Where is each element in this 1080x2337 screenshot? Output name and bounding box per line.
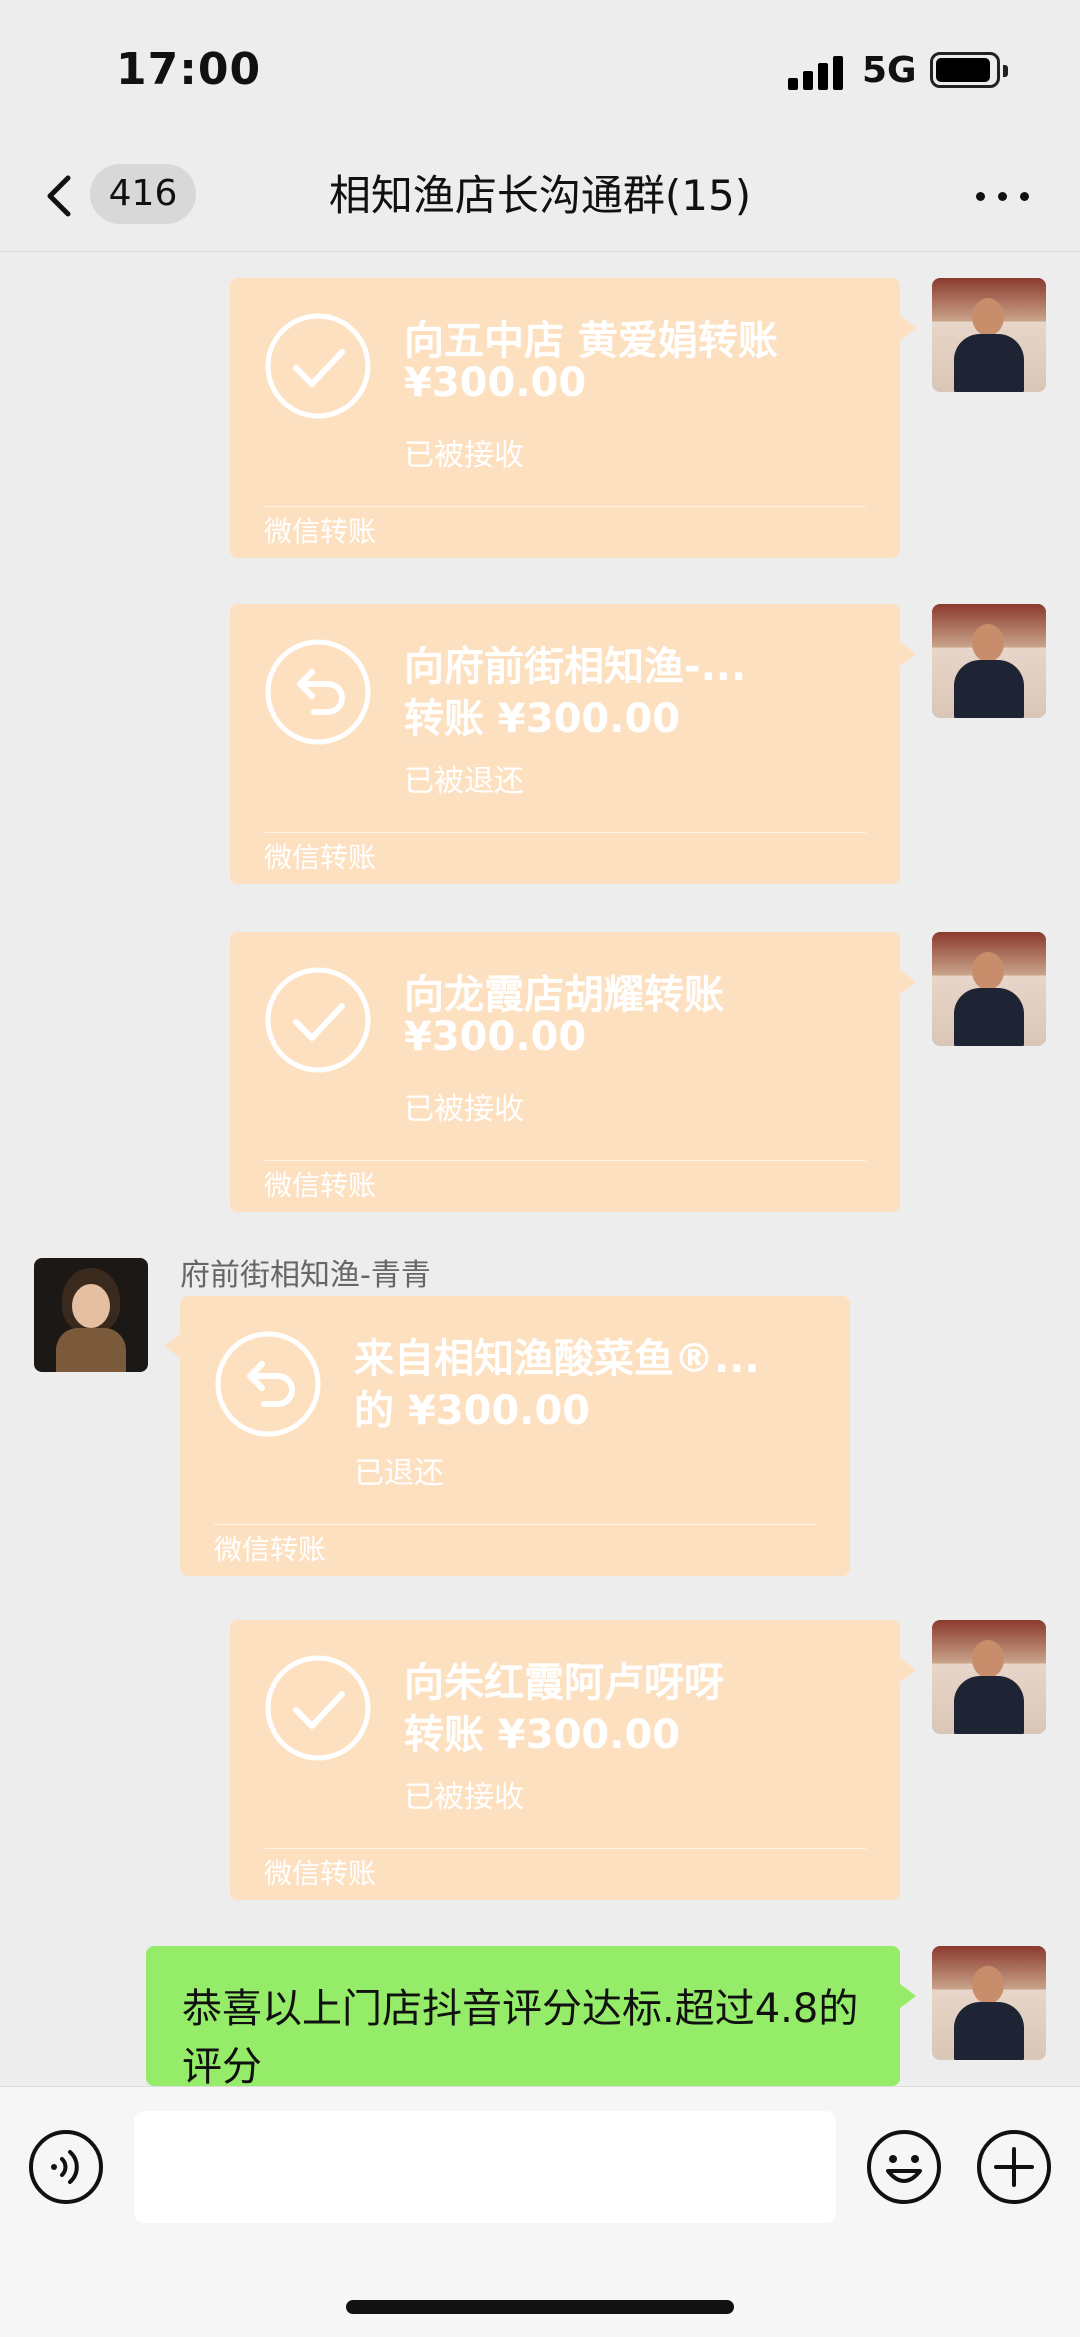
transfer-footer: 微信转账 — [264, 1857, 377, 1890]
avatar[interactable] — [932, 1620, 1046, 1734]
status-bar: 17:00 5G — [0, 0, 1080, 140]
message-input[interactable] — [134, 2111, 836, 2223]
divider — [264, 1848, 866, 1849]
sender-name: 府前街相知渔-青青 — [180, 1258, 431, 1293]
transfer-title: 向龙霞店胡耀转账 — [404, 972, 724, 1018]
transfer-title: 来自相知渔酸菜鱼®... — [354, 1336, 760, 1382]
check-circle-icon — [264, 966, 372, 1074]
transfer-card[interactable]: 向朱红霞阿卢呀呀 转账 ¥300.00 已被接收 微信转账 — [230, 1620, 916, 1900]
avatar[interactable] — [932, 1946, 1046, 2060]
transfer-title: 向朱红霞阿卢呀呀 — [404, 1660, 724, 1706]
transfer-footer: 微信转账 — [264, 841, 377, 874]
return-arrow-icon — [264, 638, 372, 746]
avatar[interactable] — [932, 604, 1046, 718]
more-options-icon[interactable] — [968, 174, 1038, 218]
divider — [264, 832, 866, 833]
avatar[interactable] — [932, 932, 1046, 1046]
avatar[interactable] — [34, 1258, 148, 1372]
chat-header: 416 相知渔店长沟通群(15) — [0, 140, 1080, 252]
home-indicator[interactable] — [346, 2300, 734, 2314]
plus-icon[interactable] — [976, 2129, 1052, 2205]
battery-icon — [930, 52, 1008, 88]
message-text: 恭喜以上门店抖音评分达标.超过4.8的评分 — [182, 1986, 859, 2090]
transfer-status: 已退还 — [354, 1456, 444, 1491]
back-button[interactable] — [36, 164, 86, 228]
transfer-amount: 转账 ¥300.00 — [404, 696, 681, 742]
text-message[interactable]: 恭喜以上门店抖音评分达标.超过4.8的评分 — [146, 1946, 916, 2090]
return-arrow-icon — [214, 1330, 322, 1438]
transfer-amount: ¥300.00 — [404, 1014, 587, 1060]
transfer-status: 已被退还 — [404, 764, 524, 799]
chat-title: 相知渔店长沟通群(15) — [328, 171, 752, 220]
transfer-amount: ¥300.00 — [404, 360, 587, 406]
transfer-card[interactable]: 向府前街相知渔-... 转账 ¥300.00 已被退还 微信转账 — [230, 604, 916, 884]
transfer-title: 向五中店 黄爱娟转账 — [404, 318, 778, 364]
divider — [214, 1524, 816, 1525]
network-type: 5G — [862, 50, 917, 91]
transfer-footer: 微信转账 — [264, 515, 377, 548]
transfer-title: 向府前街相知渔-... — [404, 644, 747, 690]
signal-icon — [788, 54, 846, 90]
emoji-icon[interactable] — [866, 2129, 942, 2205]
divider — [264, 506, 866, 507]
divider — [264, 1160, 866, 1161]
transfer-status: 已被接收 — [404, 438, 524, 473]
transfer-amount: 的 ¥300.00 — [354, 1388, 591, 1434]
transfer-card[interactable]: 向五中店 黄爱娟转账 ¥300.00 已被接收 微信转账 — [230, 278, 916, 558]
check-circle-icon — [264, 1654, 372, 1762]
check-circle-icon — [264, 312, 372, 420]
transfer-status: 已被接收 — [404, 1780, 524, 1815]
status-time: 17:00 — [116, 44, 262, 95]
voice-icon[interactable] — [28, 2129, 104, 2205]
transfer-status: 已被接收 — [404, 1092, 524, 1127]
unread-count-badge[interactable]: 416 — [90, 164, 196, 224]
transfer-amount: 转账 ¥300.00 — [404, 1712, 681, 1758]
transfer-card[interactable]: 向龙霞店胡耀转账 ¥300.00 已被接收 微信转账 — [230, 932, 916, 1212]
chevron-left-icon — [47, 175, 71, 217]
transfer-card[interactable]: 来自相知渔酸菜鱼®... 的 ¥300.00 已退还 微信转账 — [164, 1296, 850, 1576]
avatar[interactable] — [932, 278, 1046, 392]
transfer-footer: 微信转账 — [264, 1169, 377, 1202]
transfer-footer: 微信转账 — [214, 1533, 327, 1566]
